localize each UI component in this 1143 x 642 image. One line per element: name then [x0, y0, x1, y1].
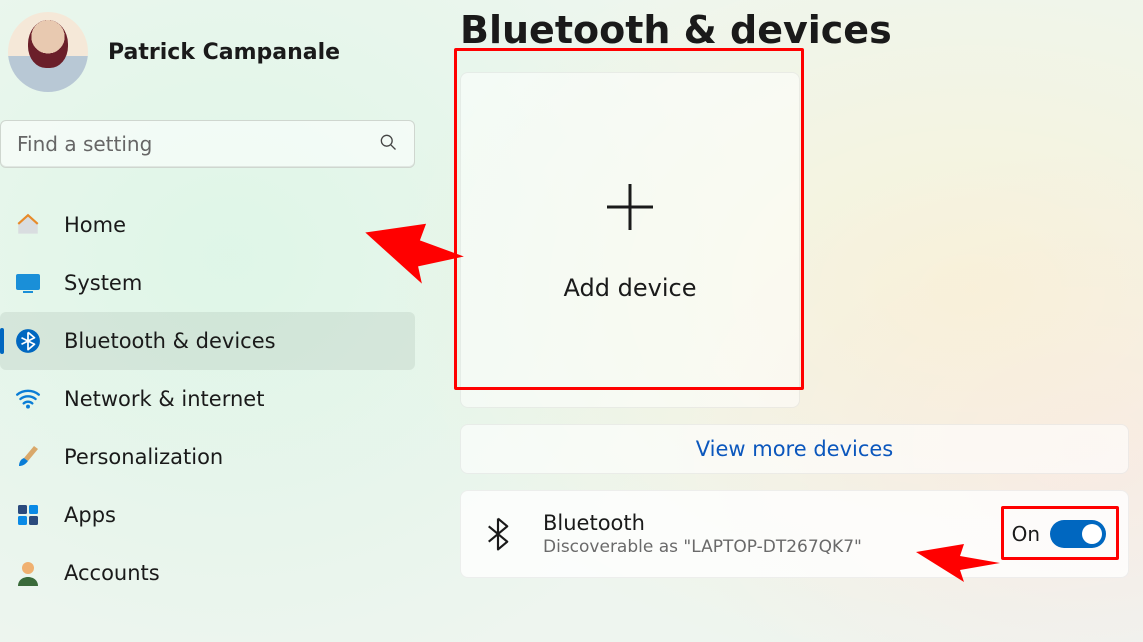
system-icon — [14, 273, 42, 293]
profile-header[interactable]: Patrick Campanale — [0, 0, 415, 92]
page-title: Bluetooth & devices — [460, 8, 1129, 52]
nav: Home System Bluetooth & devices Network … — [0, 196, 415, 602]
nav-label: Accounts — [64, 561, 160, 585]
search-box[interactable] — [0, 120, 415, 168]
nav-label: Apps — [64, 503, 116, 527]
user-name: Patrick Campanale — [108, 40, 340, 65]
bluetooth-card: Bluetooth Discoverable as "LAPTOP-DT267Q… — [460, 490, 1129, 578]
nav-label: Personalization — [64, 445, 223, 469]
bluetooth-icon — [14, 328, 42, 354]
avatar — [8, 12, 88, 92]
nav-label: Home — [64, 213, 126, 237]
nav-label: Network & internet — [64, 387, 264, 411]
search-input[interactable] — [17, 132, 378, 156]
home-icon — [14, 212, 42, 238]
wifi-icon — [14, 388, 42, 410]
person-icon — [14, 560, 42, 586]
nav-item-home[interactable]: Home — [0, 196, 415, 254]
nav-item-apps[interactable]: Apps — [0, 486, 415, 544]
view-more-label: View more devices — [696, 437, 894, 461]
apps-icon — [14, 503, 42, 527]
nav-item-system[interactable]: System — [0, 254, 415, 312]
bluetooth-title: Bluetooth — [543, 511, 982, 535]
annotation-highlight-box — [1001, 506, 1119, 560]
nav-label: Bluetooth & devices — [64, 329, 276, 353]
view-more-devices-button[interactable]: View more devices — [460, 424, 1129, 474]
annotation-highlight-box — [454, 48, 804, 390]
nav-item-personalization[interactable]: Personalization — [0, 428, 415, 486]
nav-label: System — [64, 271, 142, 295]
main-content: Bluetooth & devices Add device View more… — [460, 0, 1143, 578]
bluetooth-glyph-icon — [483, 517, 513, 551]
nav-item-accounts[interactable]: Accounts — [0, 544, 415, 602]
bluetooth-subtitle: Discoverable as "LAPTOP-DT267QK7" — [543, 537, 982, 557]
search-icon — [378, 132, 398, 156]
nav-item-network[interactable]: Network & internet — [0, 370, 415, 428]
paintbrush-icon — [14, 444, 42, 470]
sidebar: Patrick Campanale Home System Bluetooth … — [0, 0, 415, 642]
nav-item-bluetooth-devices[interactable]: Bluetooth & devices — [0, 312, 415, 370]
